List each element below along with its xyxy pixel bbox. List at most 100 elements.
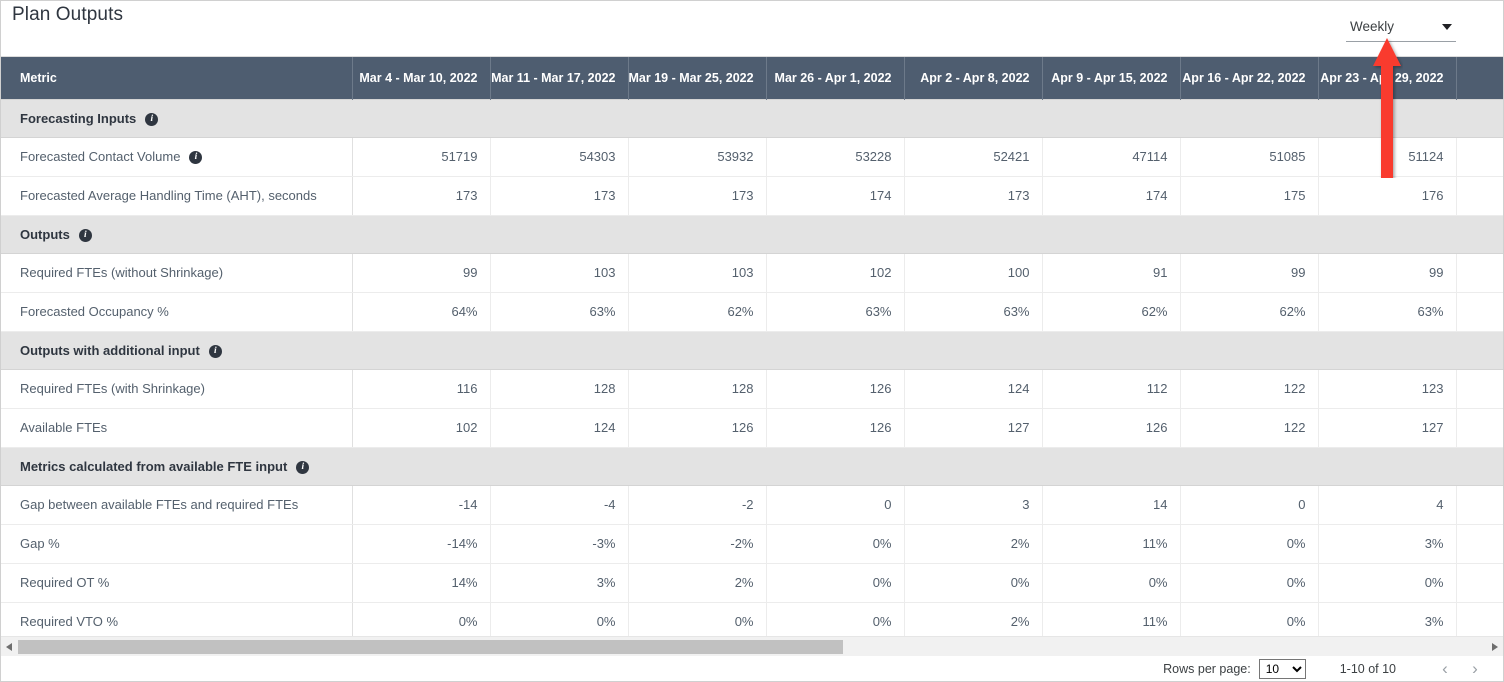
table-header-row: Metric Mar 4 - Mar 10, 2022 Mar 11 - Mar… [0, 57, 1504, 99]
column-header-period[interactable]: Apr 23 - Apr 29, 2022 [1318, 57, 1456, 99]
metric-value-cell: 173 [490, 176, 628, 215]
info-icon[interactable]: i [209, 345, 222, 358]
metric-value-cell: -3% [490, 524, 628, 563]
table-section-header-row: Outputsi [0, 215, 1504, 253]
info-icon[interactable]: i [79, 229, 92, 242]
column-header-period[interactable]: Apr 30 - M [1456, 57, 1504, 99]
metric-value-cell: 173 [628, 176, 766, 215]
table-row: Forecasted Occupancy %64%63%62%63%63%62%… [0, 292, 1504, 331]
metric-value-cell [1456, 253, 1504, 292]
metric-value-cell: 127 [904, 408, 1042, 447]
metric-value-cell: 51124 [1318, 137, 1456, 176]
metric-value-cell: 103 [490, 253, 628, 292]
table-section-header-row: Forecasting Inputsi [0, 99, 1504, 137]
metric-value-cell: 0% [766, 563, 904, 602]
metric-value-cell: 4 [1318, 485, 1456, 524]
metric-value-cell: -4 [490, 485, 628, 524]
metric-value-cell [1456, 602, 1504, 636]
metric-name-cell: Required OT % [0, 563, 352, 602]
metric-value-cell: 3% [490, 563, 628, 602]
table-footer: Rows per page: 102550100 1-10 of 10 ‹ › [0, 656, 1504, 682]
metric-value-cell: 2% [628, 563, 766, 602]
page-title: Plan Outputs [12, 4, 123, 26]
metric-value-cell: 62% [1042, 292, 1180, 331]
metric-value-cell: 126 [766, 369, 904, 408]
metric-name-cell: Available FTEs [0, 408, 352, 447]
column-header-metric[interactable]: Metric [0, 57, 352, 99]
metric-value-cell: 63% [1318, 292, 1456, 331]
column-header-period[interactable]: Mar 4 - Mar 10, 2022 [352, 57, 490, 99]
scrollbar-track[interactable] [18, 640, 1486, 654]
metric-value-cell: 63% [766, 292, 904, 331]
metric-value-cell: 63% [490, 292, 628, 331]
table-row: Forecasted Contact Volumei51719543035393… [0, 137, 1504, 176]
metric-value-cell [1456, 137, 1504, 176]
arrow-left-icon [6, 643, 12, 651]
metric-name-cell: Gap between available FTEs and required … [0, 485, 352, 524]
table-body: Forecasting InputsiForecasted Contact Vo… [0, 99, 1504, 636]
metric-value-cell [1456, 408, 1504, 447]
section-title-cell: Metrics calculated from available FTE in… [0, 447, 1504, 485]
metric-value-cell: -14 [352, 485, 490, 524]
section-title-cell: Outputsi [0, 215, 1504, 253]
period-selector-dropdown[interactable]: Weekly [1346, 14, 1456, 42]
rows-per-page-select[interactable]: 102550100 [1259, 659, 1306, 679]
column-header-period[interactable]: Mar 19 - Mar 25, 2022 [628, 57, 766, 99]
metric-value-cell: 126 [1042, 408, 1180, 447]
metric-value-cell: 0% [766, 524, 904, 563]
metric-value-cell: 99 [1318, 253, 1456, 292]
column-header-period[interactable]: Apr 2 - Apr 8, 2022 [904, 57, 1042, 99]
table-header: Metric Mar 4 - Mar 10, 2022 Mar 11 - Mar… [0, 57, 1504, 99]
info-icon[interactable]: i [296, 461, 309, 474]
metric-name-cell: Required VTO % [0, 602, 352, 636]
metric-value-cell: 173 [352, 176, 490, 215]
previous-page-button[interactable]: ‹ [1430, 657, 1460, 681]
metric-label: Required FTEs (without Shrinkage) [20, 265, 223, 280]
metric-value-cell: 102 [352, 408, 490, 447]
metric-value-cell: 174 [1042, 176, 1180, 215]
metric-value-cell: 0 [766, 485, 904, 524]
scrollbar-thumb[interactable] [18, 640, 843, 654]
metric-name-cell: Gap % [0, 524, 352, 563]
plan-outputs-table-container[interactable]: Metric Mar 4 - Mar 10, 2022 Mar 11 - Mar… [0, 56, 1504, 636]
scroll-right-button[interactable] [1486, 637, 1504, 657]
metric-value-cell: 0% [766, 602, 904, 636]
metric-value-cell: 0% [1180, 524, 1318, 563]
metric-value-cell: 62% [628, 292, 766, 331]
metric-label: Forecasted Average Handling Time (AHT), … [20, 188, 317, 203]
metric-value-cell: 99 [352, 253, 490, 292]
metric-value-cell: 91 [1042, 253, 1180, 292]
metric-value-cell: 0% [1180, 563, 1318, 602]
scroll-left-button[interactable] [0, 637, 18, 657]
info-icon[interactable]: i [189, 151, 202, 164]
column-header-period[interactable]: Apr 16 - Apr 22, 2022 [1180, 57, 1318, 99]
table-row: Gap %-14%-3%-2%0%2%11%0%3% [0, 524, 1504, 563]
metric-value-cell [1456, 292, 1504, 331]
metric-value-cell: 0% [490, 602, 628, 636]
metric-label: Forecasted Contact Volume [20, 149, 180, 164]
metric-value-cell: 0% [1042, 563, 1180, 602]
info-icon[interactable]: i [145, 113, 158, 126]
metric-value-cell: 126 [766, 408, 904, 447]
metric-name-cell: Forecasted Contact Volume i [0, 137, 352, 176]
metric-value-cell: 63% [904, 292, 1042, 331]
column-header-period[interactable]: Mar 26 - Apr 1, 2022 [766, 57, 904, 99]
section-title-cell: Forecasting Inputsi [0, 99, 1504, 137]
metric-value-cell: -2 [628, 485, 766, 524]
metric-value-cell: 3% [1318, 524, 1456, 563]
table-section-header-row: Metrics calculated from available FTE in… [0, 447, 1504, 485]
metric-value-cell: 0% [1318, 563, 1456, 602]
metric-value-cell: 47114 [1042, 137, 1180, 176]
next-page-button[interactable]: › [1460, 657, 1490, 681]
metric-value-cell: 54303 [490, 137, 628, 176]
metric-value-cell: 102 [766, 253, 904, 292]
horizontal-scrollbar[interactable] [0, 636, 1504, 656]
metric-name-cell: Required FTEs (without Shrinkage) [0, 253, 352, 292]
column-header-period[interactable]: Apr 9 - Apr 15, 2022 [1042, 57, 1180, 99]
plan-outputs-page: Plan Outputs Weekly Metric Mar 4 - Mar 1… [0, 0, 1504, 682]
metric-label: Gap % [20, 536, 60, 551]
metric-value-cell: 62% [1180, 292, 1318, 331]
column-header-period[interactable]: Mar 11 - Mar 17, 2022 [490, 57, 628, 99]
metric-value-cell: 100 [904, 253, 1042, 292]
plan-outputs-table: Metric Mar 4 - Mar 10, 2022 Mar 11 - Mar… [0, 57, 1504, 636]
